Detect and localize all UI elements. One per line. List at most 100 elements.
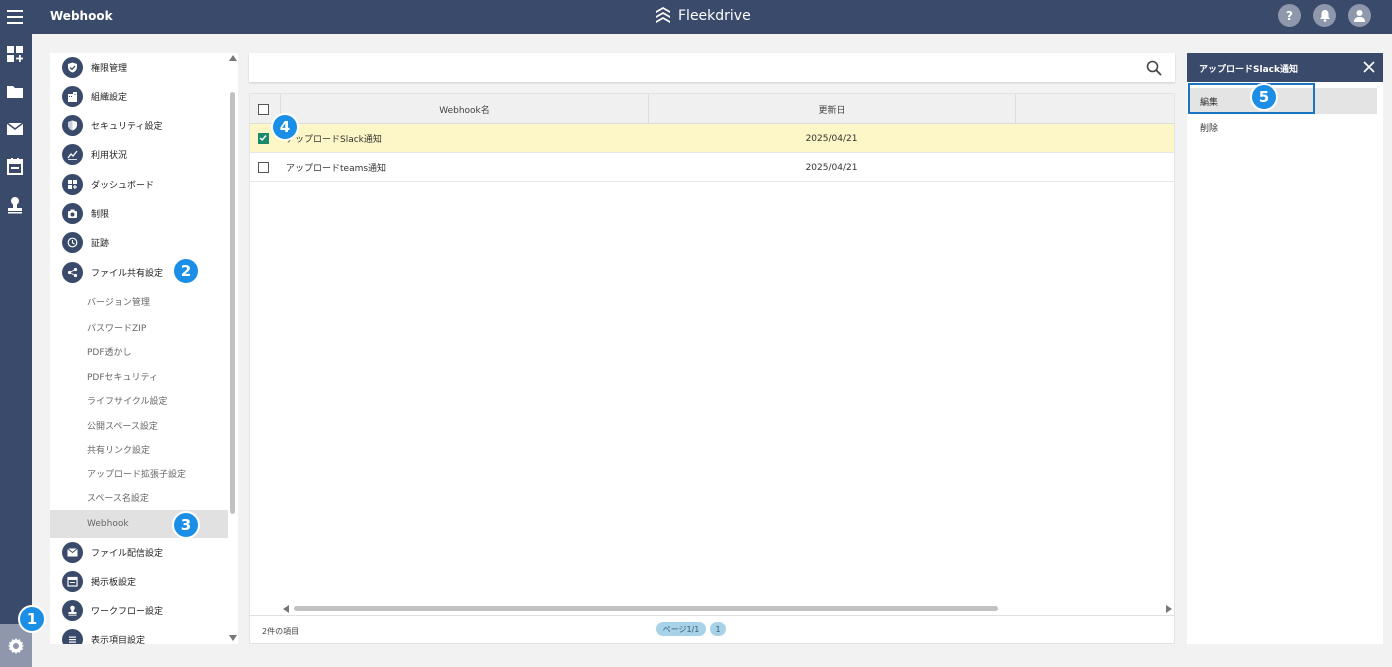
nav-item-restriction[interactable]: 制限 [50, 199, 228, 228]
nav-item-label: 表示項目設定 [91, 636, 146, 644]
nav-item-label: セキュリティ設定 [91, 122, 163, 132]
brand-logo: Fleekdrive [652, 5, 751, 27]
nav-sub-pdf-security[interactable]: PDFセキュリティ [50, 364, 228, 388]
mail-icon [62, 542, 83, 563]
nav-item-display-fields[interactable]: 表示項目設定 [50, 625, 228, 644]
table-row[interactable]: アップロードSlack通知 2025/04/21 [250, 124, 1174, 153]
row-date: 2025/04/21 [805, 133, 858, 144]
stamp-icon[interactable] [3, 193, 27, 217]
row-checkbox[interactable] [258, 162, 269, 173]
page-number-button[interactable]: 1 [710, 622, 726, 636]
nav-sub-webhook[interactable]: Webhook [50, 510, 228, 538]
item-count: 2件の項目 [262, 627, 300, 636]
search-input[interactable] [257, 58, 1127, 76]
nav-sub-share-link[interactable]: 共有リンク設定 [50, 437, 228, 461]
scroll-right-icon[interactable] [1166, 605, 1172, 613]
row-name: アップロードSlack通知 [286, 135, 382, 145]
nav-scroll-thumb[interactable] [230, 92, 235, 514]
step-badge-2: 2 [172, 257, 200, 285]
nav-item-file-delivery[interactable]: ファイル配信設定 [50, 538, 228, 567]
scroll-left-icon[interactable] [283, 605, 289, 613]
building-icon [62, 86, 83, 107]
app-rail [0, 34, 32, 667]
settings-nav-panel: 権限管理 組織設定 セキュリティ設定 利用状況 ダッシュボード 制限 証跡 ファ… [50, 53, 238, 644]
search-icon[interactable] [1144, 58, 1164, 78]
check-icon [259, 135, 267, 142]
nav-item-usage[interactable]: 利用状況 [50, 140, 228, 169]
step-badge-1: 1 [18, 605, 46, 633]
column-header-name[interactable]: Webhook名 [280, 94, 648, 124]
top-bar: Webhook Fleekdrive ? [0, 0, 1392, 34]
nav-item-label: 組織設定 [91, 93, 128, 103]
delete-action[interactable]: 削除 [1190, 114, 1377, 140]
page-title: Webhook [50, 9, 113, 23]
nav-item-audit[interactable]: 証跡 [50, 228, 228, 257]
nav-item-label: ファイル配信設定 [91, 549, 164, 559]
shield-check-icon [62, 57, 83, 78]
menu-icon[interactable] [7, 10, 23, 24]
nav-item-label: 掲示板設定 [91, 578, 137, 588]
nav-item-label: 証跡 [91, 239, 110, 249]
step-badge-5: 5 [1250, 83, 1278, 111]
nav-item-label: ワークフロー設定 [91, 607, 164, 617]
scroll-down-icon[interactable] [229, 635, 237, 641]
table-row[interactable]: アップロードteams通知 2025/04/21 [250, 153, 1174, 182]
table-footer: 2件の項目 ページ1/1 1 [250, 615, 1174, 644]
nav-sub-password-zip[interactable]: パスワードZIP [50, 315, 228, 339]
row-name: アップロードteams通知 [286, 164, 387, 174]
nav-item-label: 権限管理 [91, 64, 128, 74]
shield-lock-icon [62, 115, 83, 136]
list-icon [62, 629, 83, 644]
fleekdrive-logo-icon [656, 7, 670, 23]
calendar-icon[interactable] [3, 154, 27, 178]
row-date: 2025/04/21 [805, 162, 858, 173]
share-icon [62, 262, 83, 283]
help-icon[interactable]: ? [1278, 4, 1301, 27]
chart-icon [62, 144, 83, 165]
nav-item-label: 制限 [91, 210, 110, 220]
table-header: Webhook名 更新日 [250, 94, 1174, 124]
step-badge-3: 3 [172, 511, 200, 539]
column-header-empty [1015, 94, 1174, 124]
folder-icon[interactable] [3, 79, 27, 103]
table-horizontal-scrollbar[interactable] [294, 606, 998, 611]
detail-panel: アップロードSlack通知 編集 削除 [1187, 53, 1383, 644]
notification-bell-icon[interactable] [1313, 4, 1336, 27]
close-icon[interactable] [1362, 60, 1376, 74]
camera-icon [62, 203, 83, 224]
dashboard-icon [62, 174, 83, 195]
nav-item-dashboard[interactable]: ダッシュボード [50, 170, 228, 199]
nav-sub-upload-extension[interactable]: アップロード拡張子設定 [50, 461, 228, 485]
nav-item-permission[interactable]: 権限管理 [50, 53, 228, 82]
nav-sub-version[interactable]: バージョン管理 [50, 289, 228, 313]
nav-item-workflow[interactable]: ワークフロー設定 [50, 596, 228, 625]
nav-item-label: ファイル共有設定 [91, 269, 164, 279]
clock-icon [62, 232, 83, 253]
nav-item-organization[interactable]: 組織設定 [50, 82, 228, 111]
nav-item-board[interactable]: 掲示板設定 [50, 567, 228, 596]
nav-sub-space-name[interactable]: スペース名設定 [50, 485, 228, 509]
nav-item-label: ダッシュボード [91, 181, 155, 191]
nav-item-file-sharing[interactable]: ファイル共有設定 [50, 258, 228, 287]
step-badge-4: 4 [271, 113, 299, 141]
detail-title: アップロードSlack通知 [1199, 65, 1298, 75]
board-icon [62, 571, 83, 592]
dashboard-add-icon[interactable] [3, 42, 27, 66]
column-header-updated[interactable]: 更新日 [648, 94, 1015, 124]
scroll-up-icon[interactable] [229, 55, 237, 61]
nav-item-security[interactable]: セキュリティ設定 [50, 111, 228, 140]
nav-sub-public-space[interactable]: 公開スペース設定 [50, 413, 228, 437]
detail-header: アップロードSlack通知 [1187, 53, 1383, 82]
mail-icon[interactable] [3, 117, 27, 141]
page-indicator: ページ1/1 [656, 622, 706, 636]
row-checkbox[interactable] [258, 133, 269, 144]
brand-name: Fleekdrive [678, 8, 751, 24]
user-avatar-icon[interactable] [1348, 4, 1371, 27]
nav-sub-pdf-watermark[interactable]: PDF透かし [50, 339, 228, 363]
search-bar[interactable] [249, 53, 1175, 82]
stamp-icon [62, 600, 83, 621]
webhook-table: Webhook名 更新日 アップロードSlack通知 2025/04/21 アッ… [249, 93, 1175, 644]
nav-item-label: 利用状況 [91, 151, 128, 161]
nav-sub-lifecycle[interactable]: ライフサイクル設定 [50, 388, 228, 412]
select-all-checkbox[interactable] [258, 104, 269, 115]
